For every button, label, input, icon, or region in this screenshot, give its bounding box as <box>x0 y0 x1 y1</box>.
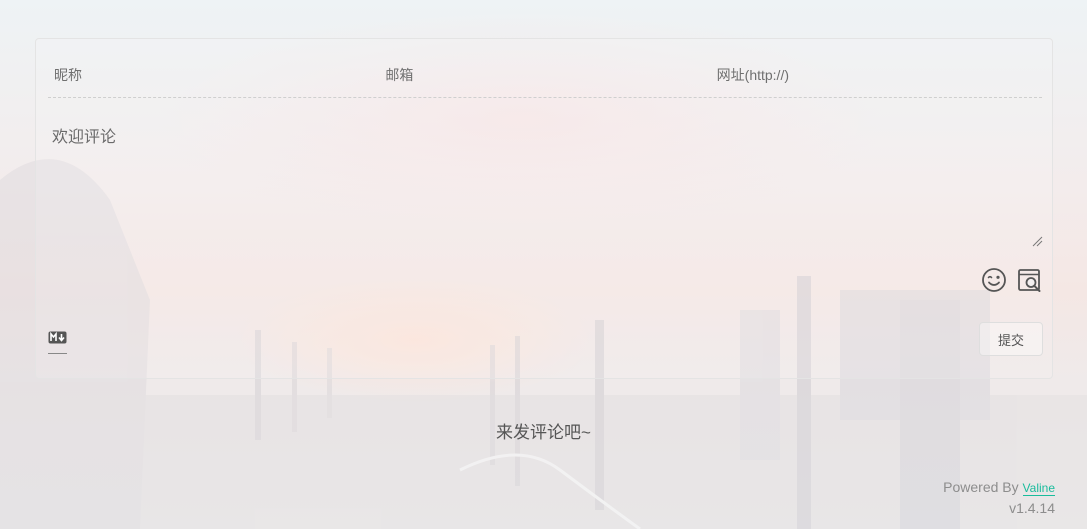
resize-handle-icon[interactable] <box>1031 235 1043 247</box>
empty-comments-text: 来发评论吧~ <box>496 423 591 442</box>
comment-form: 提交 <box>35 38 1053 379</box>
nick-input[interactable] <box>54 67 380 83</box>
mail-input[interactable] <box>385 67 711 83</box>
mail-field-wrapper <box>379 53 711 97</box>
emoji-icon[interactable] <box>981 267 1007 293</box>
submit-button[interactable]: 提交 <box>979 322 1043 356</box>
link-input[interactable] <box>716 67 1042 83</box>
identity-fields <box>48 53 1042 98</box>
markdown-underline <box>48 353 67 354</box>
markdown-glyph <box>48 331 67 344</box>
link-field-wrapper <box>711 53 1042 97</box>
valine-link[interactable]: Valine <box>1022 481 1055 496</box>
version-label: v1.4.14 <box>1009 500 1055 516</box>
markdown-icon[interactable] <box>48 331 68 355</box>
comment-textarea[interactable] <box>52 119 1042 247</box>
powered-by: Powered By Valine <box>943 477 1055 498</box>
powered-by-label: Powered By <box>943 479 1019 495</box>
preview-icon[interactable] <box>1017 267 1043 293</box>
nick-field-wrapper <box>48 53 380 97</box>
